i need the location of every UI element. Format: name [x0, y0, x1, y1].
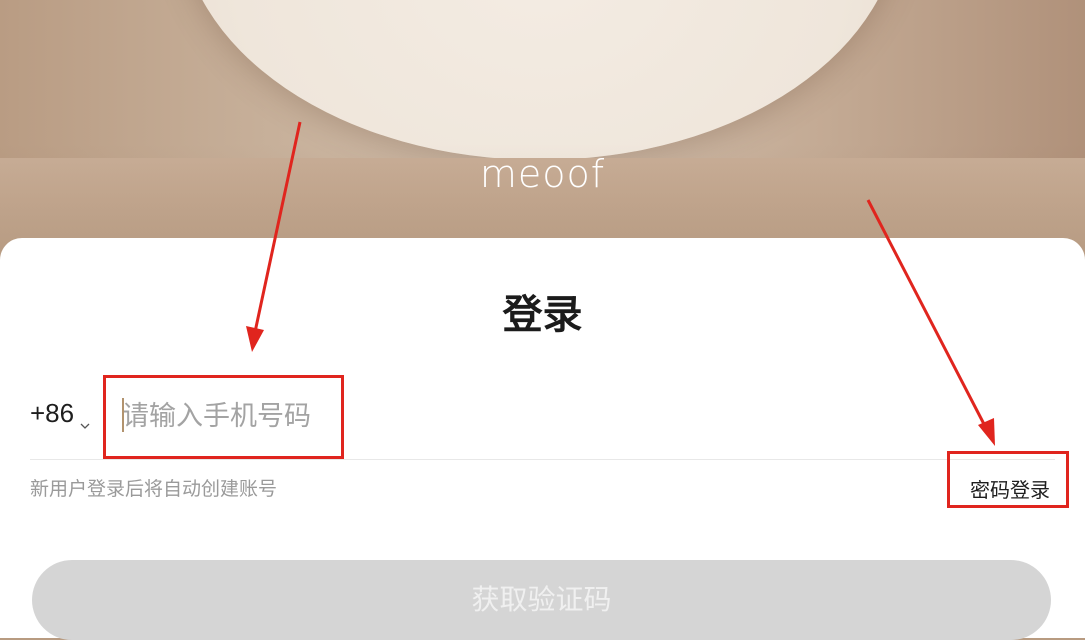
new-user-hint: 新用户登录后将自动创建账号 [30, 478, 278, 500]
hero-banner [0, 0, 1085, 260]
input-divider [30, 459, 1055, 460]
country-code-label: +86 [30, 398, 75, 428]
chevron-down-icon [80, 407, 90, 429]
country-code-selector[interactable]: +86 [30, 398, 90, 429]
highlight-box-password-login [947, 451, 1069, 508]
page-title: 登录 [502, 292, 583, 338]
get-verification-code-button[interactable]: 获取验证码 [32, 560, 1051, 640]
highlight-box-phone-input [103, 375, 344, 459]
brand-logo: meoof [479, 152, 606, 196]
